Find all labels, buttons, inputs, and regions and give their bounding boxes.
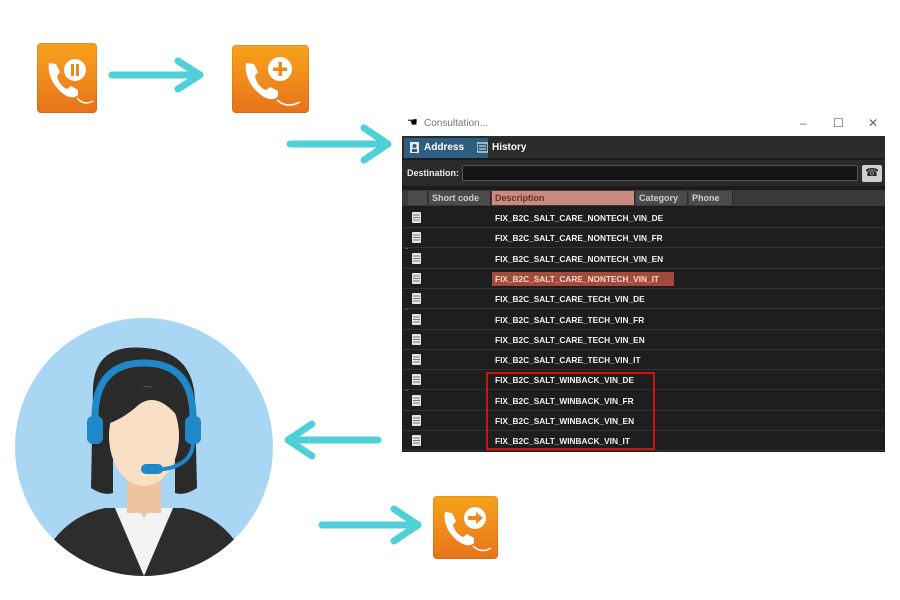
- contact-row[interactable]: FIX_B2C_SALT_CARE_NONTECH_VIN_DE: [402, 208, 885, 228]
- contact-card-icon: [412, 354, 421, 366]
- contact-description: FIX_B2C_SALT_CARE_NONTECH_VIN_FR: [495, 233, 663, 244]
- winback-highlight-box: [486, 372, 655, 450]
- table-header: Short code Description Category Phone: [402, 190, 885, 206]
- contact-row[interactable]: FIX_B2C_SALT_CARE_TECH_VIN_DE: [402, 289, 885, 310]
- arrow-right-icon: [318, 505, 422, 545]
- contact-row[interactable]: FIX_B2C_SALT_CARE_TECH_VIN_FR: [402, 309, 885, 330]
- destination-input[interactable]: [462, 165, 858, 181]
- contact-description: FIX_B2C_SALT_CARE_TECH_VIN_EN: [495, 334, 645, 345]
- contact-row[interactable]: FIX_B2C_SALT_CARE_NONTECH_VIN_EN: [402, 248, 885, 269]
- contact-description: FIX_B2C_SALT_CARE_TECH_VIN_FR: [495, 314, 645, 325]
- contact-card-icon: [412, 333, 421, 345]
- tab-history[interactable]: History: [472, 138, 538, 158]
- contact-card-icon: [412, 252, 421, 264]
- contact-card-icon: [412, 232, 421, 244]
- contact-row[interactable]: FIX_B2C_SALT_CARE_TECH_VIN_IT: [402, 350, 885, 371]
- arrow-right-icon: [108, 57, 204, 93]
- call-button[interactable]: ☎: [862, 165, 882, 182]
- contact-description: FIX_B2C_SALT_CARE_NONTECH_VIN_IT: [492, 271, 674, 286]
- arrow-left-icon: [284, 420, 382, 460]
- column-header-category[interactable]: Category: [636, 191, 688, 205]
- window-title: Consultation...: [424, 118, 488, 129]
- contact-description: FIX_B2C_SALT_CARE_TECH_VIN_IT: [495, 355, 641, 366]
- phone-transfer-icon: [433, 496, 498, 559]
- title-bar: ☚ Consultation... – ☐ ✕: [402, 112, 885, 136]
- column-header-icon[interactable]: [408, 191, 428, 205]
- tab-history-label: History: [492, 142, 527, 153]
- arrow-right-icon: [286, 124, 392, 164]
- phone-pause-icon: [37, 43, 97, 113]
- column-header-phone[interactable]: Phone: [689, 191, 733, 205]
- column-header-short-code[interactable]: Short code: [429, 191, 491, 205]
- contact-description: FIX_B2C_SALT_CARE_NONTECH_VIN_EN: [495, 253, 664, 264]
- contact-card-icon: [412, 313, 421, 325]
- phone-add-icon: [232, 45, 309, 113]
- history-icon: [477, 142, 488, 153]
- contact-row[interactable]: FIX_B2C_SALT_CARE_NONTECH_VIN_IT: [402, 268, 885, 289]
- column-header-description[interactable]: Description: [492, 191, 635, 205]
- contact-row[interactable]: FIX_B2C_SALT_CARE_NONTECH_VIN_FR: [402, 228, 885, 249]
- contact-card-icon: [412, 374, 421, 386]
- destination-label: Destination:: [407, 168, 460, 178]
- contact-description: FIX_B2C_SALT_CARE_NONTECH_VIN_DE: [495, 213, 664, 223]
- contact-card-icon: [412, 415, 421, 426]
- contact-card-icon: [412, 394, 421, 406]
- call-center-agent-avatar: [15, 318, 273, 576]
- phone-icon: ☎: [865, 167, 879, 179]
- tab-bar: Address book History: [402, 136, 885, 173]
- maximize-button[interactable]: ☐: [833, 116, 844, 130]
- contact-description: FIX_B2C_SALT_CARE_TECH_VIN_DE: [495, 294, 645, 305]
- address-book-icon: [410, 142, 419, 153]
- contact-row[interactable]: FIX_B2C_SALT_CARE_TECH_VIN_EN: [402, 329, 885, 350]
- hand-pointer-icon: ☚: [407, 115, 418, 129]
- contact-card-icon: [412, 272, 421, 284]
- close-button[interactable]: ✕: [868, 116, 878, 130]
- destination-row: Destination: ☎: [402, 160, 885, 186]
- minimize-button[interactable]: –: [800, 116, 807, 130]
- contact-card-icon: [412, 212, 421, 223]
- contact-card-icon: [412, 293, 421, 305]
- contact-card-icon: [412, 435, 421, 447]
